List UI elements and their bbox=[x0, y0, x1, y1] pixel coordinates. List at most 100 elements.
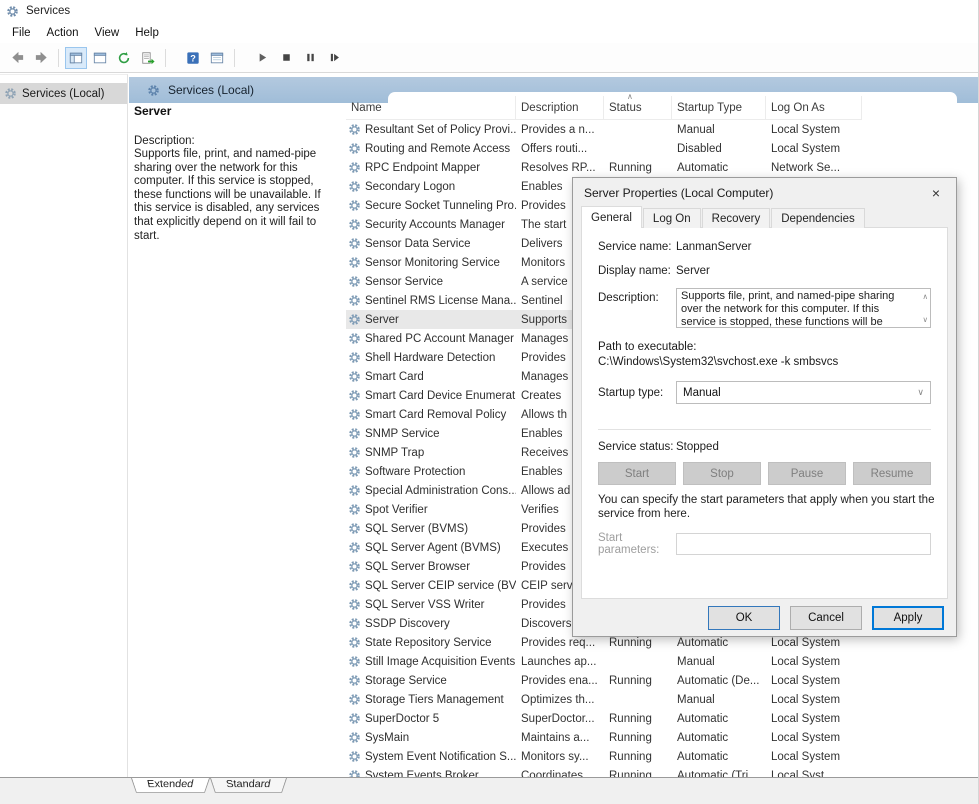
service-gear-icon bbox=[348, 389, 361, 402]
column-header-name[interactable]: Name bbox=[346, 96, 516, 120]
dialog-footer: OK Cancel Apply bbox=[573, 599, 956, 636]
service-status-cell: Running bbox=[609, 750, 652, 763]
server-properties-dialog: Server Properties (Local Computer) × Gen… bbox=[572, 177, 957, 637]
service-gear-icon bbox=[348, 123, 361, 136]
tree-item-services-local[interactable]: Services (Local) bbox=[0, 83, 127, 104]
cancel-button[interactable]: Cancel bbox=[790, 605, 862, 630]
service-name-cell: SNMP Service bbox=[346, 427, 516, 440]
startup-type-dropdown[interactable]: Manual ∨ bbox=[676, 381, 931, 404]
services-tree-icon bbox=[4, 87, 17, 100]
service-name-label: Service name: bbox=[598, 241, 672, 253]
console-window-icon[interactable] bbox=[89, 47, 111, 69]
service-gear-icon bbox=[348, 218, 361, 231]
service-logon-cell: Local System bbox=[771, 750, 841, 763]
service-name-text: SQL Server Agent (BVMS) bbox=[365, 541, 501, 554]
scroll-up-icon[interactable]: ∧ bbox=[923, 290, 929, 303]
service-row-system-events-broker[interactable]: System Events Broker Coordinates... Runnin… bbox=[346, 766, 957, 777]
display-name-label: Display name: bbox=[598, 265, 671, 277]
pause-service-icon[interactable] bbox=[299, 47, 321, 69]
column-header-status[interactable]: Status bbox=[604, 96, 672, 120]
service-name-cell: Special Administration Cons... bbox=[346, 484, 516, 497]
service-name-text: Shell Hardware Detection bbox=[365, 351, 496, 364]
service-name-text: Secondary Logon bbox=[365, 180, 456, 193]
pause-button: Pause bbox=[768, 462, 846, 485]
service-gear-icon bbox=[348, 750, 361, 763]
service-row-storage-tiers-management[interactable]: Storage Tiers Management Optimizes th... M… bbox=[346, 690, 957, 709]
toolbar-separator bbox=[165, 48, 166, 67]
export-list-icon[interactable] bbox=[137, 47, 159, 69]
service-gear-icon bbox=[348, 503, 361, 516]
service-row-storage-service[interactable]: Storage Service Provides ena... Running Aut… bbox=[346, 671, 957, 690]
dialog-tab-log-on[interactable]: Log On bbox=[642, 208, 701, 228]
path-label: Path to executable: bbox=[598, 341, 697, 353]
resume-button: Resume bbox=[853, 462, 931, 485]
service-name-text: SSDP Discovery bbox=[365, 617, 450, 630]
ok-button[interactable]: OK bbox=[708, 605, 780, 630]
start-params-hint: You can specify the start parameters tha… bbox=[598, 494, 935, 520]
service-startup-cell: Automatic (Tri... bbox=[677, 769, 758, 778]
svg-text:?: ? bbox=[190, 53, 196, 63]
service-row-still-image-acquisition-events[interactable]: Still Image Acquisition Events Launches a… bbox=[346, 652, 957, 671]
service-name-cell: Shared PC Account Manager bbox=[346, 332, 516, 345]
window-title: Services bbox=[26, 5, 71, 17]
restart-service-icon[interactable] bbox=[323, 47, 345, 69]
service-name-text: SuperDoctor 5 bbox=[365, 712, 440, 725]
service-gear-icon bbox=[348, 598, 361, 611]
service-name-cell: Software Protection bbox=[346, 465, 516, 478]
service-description-cell: Coordinates... bbox=[521, 769, 593, 778]
service-name-cell: Shell Hardware Detection bbox=[346, 351, 516, 364]
service-gear-icon bbox=[348, 332, 361, 345]
menu-view[interactable]: View bbox=[87, 25, 128, 41]
service-name-cell: Security Accounts Manager bbox=[346, 218, 516, 231]
service-gear-icon bbox=[348, 237, 361, 250]
column-header-log-on-as[interactable]: Log On As bbox=[766, 96, 862, 120]
column-header-startup-type[interactable]: Startup Type bbox=[672, 96, 766, 120]
service-description-cell: Resolves RP... bbox=[521, 161, 596, 174]
start-service-icon[interactable] bbox=[251, 47, 273, 69]
service-row-system-event-notification-s[interactable]: System Event Notification S... Monitors s… bbox=[346, 747, 957, 766]
close-icon[interactable]: × bbox=[922, 182, 950, 204]
service-startup-cell: Automatic bbox=[677, 161, 729, 174]
menu-action[interactable]: Action bbox=[39, 25, 87, 41]
forward-icon[interactable] bbox=[30, 47, 52, 69]
dialog-title-bar: Server Properties (Local Computer) × bbox=[573, 178, 956, 208]
show-console-tree-icon[interactable] bbox=[65, 46, 87, 69]
service-row-superdoctor-5[interactable]: SuperDoctor 5 SuperDoctor... Running Automa… bbox=[346, 709, 957, 728]
view-tab-extended[interactable]: Extended bbox=[131, 778, 210, 793]
dialog-tab-general[interactable]: General bbox=[581, 206, 642, 228]
service-status-label: Service status: bbox=[598, 441, 674, 453]
dialog-description-box[interactable]: Supports file, print, and named-pipe sha… bbox=[676, 288, 931, 328]
service-row-resultant-set-of-policy-provi[interactable]: Resultant Set of Policy Provi... Provides… bbox=[346, 120, 957, 139]
service-row-rpc-endpoint-mapper[interactable]: RPC Endpoint Mapper Resolves RP... Running… bbox=[346, 158, 957, 177]
service-gear-icon bbox=[348, 731, 361, 744]
menu-file[interactable]: File bbox=[4, 25, 39, 41]
view-tab-standard[interactable]: Standard bbox=[209, 778, 287, 793]
refresh-icon[interactable] bbox=[113, 47, 135, 69]
menu-help[interactable]: Help bbox=[127, 25, 167, 41]
service-name-cell: Smart Card bbox=[346, 370, 516, 383]
service-name-text: State Repository Service bbox=[365, 636, 492, 649]
service-row-routing-and-remote-access[interactable]: Routing and Remote Access Offers routi...… bbox=[346, 139, 957, 158]
sort-indicator-icon: ∧ bbox=[627, 92, 633, 101]
service-status-value: Stopped bbox=[676, 441, 719, 453]
service-row-sysmain[interactable]: SysMain Maintains a... Running Automatic Loc… bbox=[346, 728, 957, 747]
console-properties-icon[interactable] bbox=[206, 47, 228, 69]
service-startup-cell: Manual bbox=[677, 655, 715, 668]
apply-button[interactable]: Apply bbox=[872, 605, 944, 630]
service-gear-icon bbox=[348, 142, 361, 155]
dialog-tab-dependencies[interactable]: Dependencies bbox=[771, 208, 865, 228]
back-icon[interactable] bbox=[6, 47, 28, 69]
service-name-cell: Smart Card Removal Policy bbox=[346, 408, 516, 421]
help-icon[interactable]: ? bbox=[182, 47, 204, 69]
service-name-text: Storage Tiers Management bbox=[365, 693, 504, 706]
service-name-text: SQL Server CEIP service (BV... bbox=[365, 579, 516, 592]
service-logon-cell: Local System bbox=[771, 712, 841, 725]
column-header-description[interactable]: Description bbox=[516, 96, 604, 120]
stop-service-icon[interactable] bbox=[275, 47, 297, 69]
path-value: C:\Windows\System32\svchost.exe -k smbsv… bbox=[598, 356, 839, 368]
scroll-down-icon[interactable]: ∨ bbox=[923, 313, 929, 326]
service-gear-icon bbox=[348, 199, 361, 212]
dialog-tab-recovery[interactable]: Recovery bbox=[701, 208, 771, 228]
service-gear-icon bbox=[348, 161, 361, 174]
services-window: Services File Action View Help ? Services (… bbox=[0, 0, 979, 804]
